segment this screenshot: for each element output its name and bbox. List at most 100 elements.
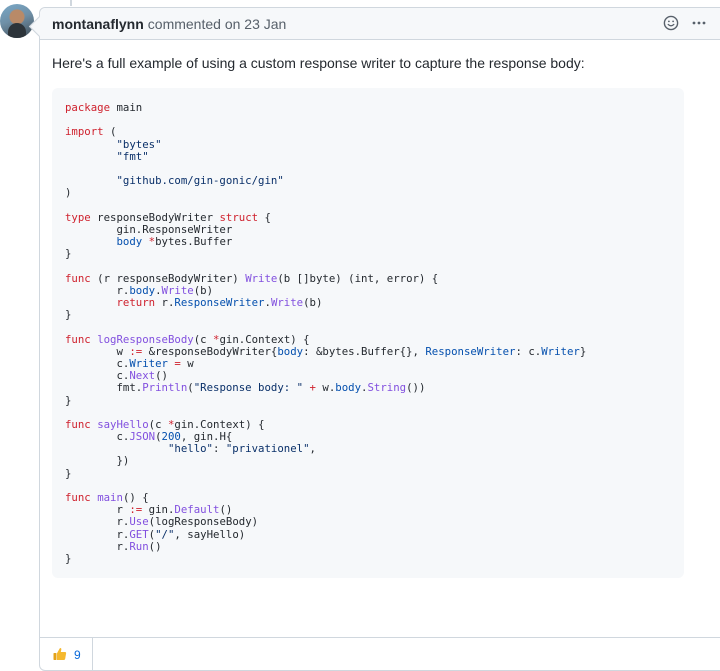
code-token: logResponseBody [97,332,194,346]
code-token: ( [103,125,117,139]
code-block: package main​import ( "bytes" "fmt"​ "gi… [52,88,684,579]
code-token: w. [315,381,336,395]
code-token: Writer [541,344,580,358]
code-token: ResponseWriter [425,344,516,358]
reactions-bar: 9 [40,637,720,670]
code-token: String [367,381,407,395]
code-token: Write [270,296,304,309]
code-token: Write [161,283,194,297]
code-token: } [65,466,72,480]
code-token: (b) [193,283,214,297]
code-token: w [65,344,130,358]
header-actions [662,14,708,32]
code-token: : &bytes.Buffer{}, [303,344,426,358]
code-token: () [219,503,233,517]
code-token: gin. [142,503,175,517]
code-token: } [65,308,72,322]
author-avatar[interactable] [0,4,34,38]
code-token: &responseBodyWriter{ [142,344,278,358]
timeline-line [70,0,72,6]
code-token: }) [65,454,130,468]
kebab-horizontal-icon[interactable] [690,14,708,32]
thumbs-up-count: 9 [74,648,81,662]
code-token: gin.ResponseWriter [65,222,233,236]
code-token: , sayHello) [174,527,246,541]
code-token: body [116,235,143,249]
code-token: r. [65,283,130,297]
code-line: "hello": "privationel", [65,443,671,455]
code-token: func [65,491,91,504]
code-token: (logResponseBody) [148,515,259,529]
code-token: { [258,210,271,224]
code-token: import [65,125,104,139]
code-line: r.Run() [65,539,671,553]
code-token: r. [65,515,130,529]
code-token: Default [174,503,220,517]
code-token: () [155,369,168,383]
code-line: fmt.Println("Response body: " + w.body.S… [65,382,671,394]
code-line: "bytes" [65,137,671,151]
code-token: (c [193,332,214,346]
code-line: ​ [65,480,671,492]
code-token: : c. [515,344,542,358]
code-token: gin.Context) { [219,332,310,346]
code-token: main [110,101,143,114]
code-token: Next [129,369,156,383]
code-token: sayHello [97,417,149,431]
code-token: , gin.H{ [180,430,233,444]
author-name[interactable]: montanaflynn [52,16,144,32]
code-token: c. [65,430,130,444]
code-token: (b []byte) (int, error) { [277,271,439,285]
code-token: JSON [129,430,156,444]
code-token: func [65,271,91,285]
code-token: r. [65,527,130,541]
code-token: body [129,283,156,297]
reaction-divider [92,638,93,670]
code-token: r. [65,539,130,553]
code-token: "privationel" [225,442,310,456]
code-token: fmt. [65,381,143,395]
code-line: body *bytes.Buffer [65,235,671,249]
comment-header: montanaflynn commented on 23 Jan [40,8,720,40]
code-token: r. [155,296,175,309]
code-token: Write [245,271,278,285]
code-token: gin.Context) { [174,417,265,431]
code-token: "/" [155,527,175,541]
code-token: body [277,344,304,358]
code-token: } [65,551,72,565]
code-token: ResponseWriter [174,296,265,309]
code-token: (b) [303,296,323,309]
code-token: ()) [406,381,426,395]
code-line: ​ [65,114,671,126]
code-token: 200 [161,430,181,444]
code-line: } [65,248,671,260]
code-token: struct [219,210,259,224]
code-line: ) [65,187,671,199]
code-token: body [335,381,362,395]
comment-timestamp[interactable]: commented on 23 Jan [148,16,287,32]
code-token: GET [129,527,149,541]
code-token: : [213,442,226,456]
code-token: "fmt" [116,149,149,163]
code-line: } [65,393,671,407]
code-token: Writer [129,356,168,370]
code-line: "fmt" [65,149,671,163]
code-token: } [579,344,587,358]
code-token: c. [65,356,130,370]
code-token: "bytes" [116,137,162,151]
code-line: "github.com/gin-gonic/gin" [65,175,671,187]
code-token: package [65,101,111,114]
thumbs-up-reaction[interactable]: 9 [52,644,81,666]
thumbs-up-icon [52,646,68,665]
code-token: c. [65,369,130,383]
code-line: } [65,466,671,480]
code-line: package main [65,101,671,114]
code-token: } [65,247,72,261]
code-token: "Response body: " [193,381,304,395]
code-token: } [65,393,72,407]
smiley-icon[interactable] [662,14,680,32]
code-token: () [148,539,162,553]
